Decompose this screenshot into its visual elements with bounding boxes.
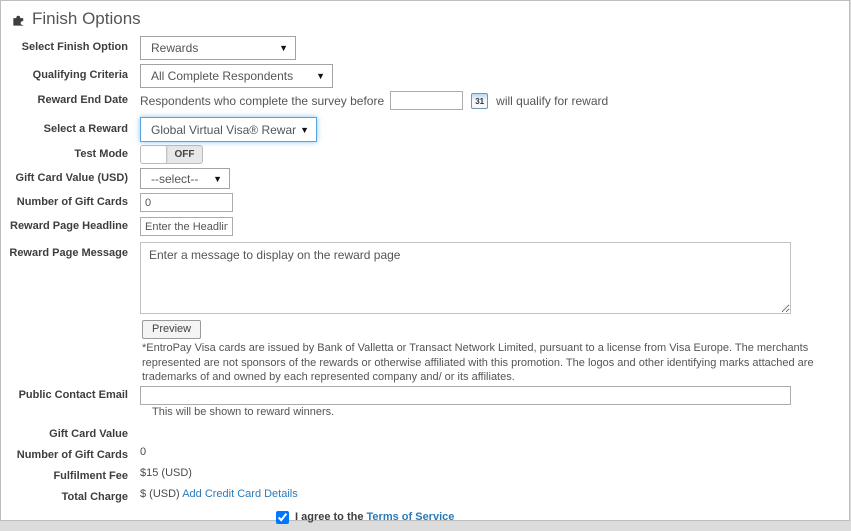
caret-down-icon: ▼ [213, 174, 222, 184]
public-contact-email-input[interactable] [140, 386, 791, 405]
gift-card-value-label: Gift Card Value (USD) [9, 172, 140, 185]
qualifying-criteria-label: Qualifying Criteria [9, 69, 140, 82]
toggle-state-label: OFF [167, 146, 202, 163]
select-reward-value: Global Virtual Visa® Reward [151, 123, 296, 137]
test-mode-label: Test Mode [9, 148, 140, 161]
toggle-knob [141, 146, 167, 163]
agree-checkbox[interactable] [276, 511, 289, 524]
calendar-icon[interactable]: 31 [471, 93, 488, 109]
number-of-gift-cards-label: Number of Gift Cards [9, 196, 140, 209]
test-mode-toggle[interactable]: OFF [140, 145, 203, 164]
summary-row-number-of-gift-cards: Number of Gift Cards 0 [9, 445, 849, 466]
qualifying-criteria-select[interactable]: All Complete Respondents ▼ [140, 64, 333, 88]
reward-end-date-label: Reward End Date [9, 94, 140, 107]
gift-card-value-selected: --select-- [151, 172, 198, 186]
page-title: Finish Options [32, 9, 141, 29]
reward-page-message-label: Reward Page Message [9, 242, 140, 260]
terms-of-service-link[interactable]: Terms of Service [367, 511, 455, 523]
summary-total-charge: $ (USD) Add Credit Card Details [140, 487, 298, 500]
summary-row-total-charge: Total Charge $ (USD) Add Credit Card Det… [9, 487, 849, 508]
summary-total-charge-value: $ (USD) [140, 488, 180, 500]
agree-text-prefix: I agree to the [295, 511, 363, 523]
reward-end-date-suffix: will qualify for reward [496, 94, 608, 108]
reward-end-date-input[interactable] [390, 91, 463, 110]
finish-option-value: Rewards [151, 41, 198, 55]
number-of-gift-cards-input[interactable] [140, 193, 233, 212]
row-gift-card-value: Gift Card Value (USD) --select-- ▼ [9, 168, 849, 189]
preview-button[interactable]: Preview [142, 320, 201, 339]
row-select-reward: Select a Reward Global Virtual Visa® Rew… [9, 117, 849, 142]
reward-page-headline-label: Reward Page Headline [9, 220, 140, 233]
summary-total-charge-label: Total Charge [9, 487, 140, 504]
reward-page-headline-input[interactable] [140, 217, 233, 236]
row-reward-page-message: Reward Page Message [9, 242, 849, 314]
reward-page-message-textarea[interactable] [140, 242, 791, 314]
puzzle-icon [11, 12, 26, 27]
agree-row: I agree to the Terms of Service [276, 511, 849, 524]
reward-end-date-prefix: Respondents who complete the survey befo… [140, 94, 384, 108]
qualifying-criteria-value: All Complete Respondents [151, 69, 293, 83]
summary-number-of-gift-cards-label: Number of Gift Cards [9, 445, 140, 462]
public-contact-email-help: This will be shown to reward winners. [152, 406, 849, 418]
summary-number-of-gift-cards: 0 [140, 445, 146, 458]
caret-down-icon: ▼ [316, 71, 325, 81]
caret-down-icon: ▼ [279, 43, 288, 53]
select-reward-select[interactable]: Global Virtual Visa® Reward ▼ [140, 117, 317, 142]
summary-row-fulfilment-fee: Fulfilment Fee $15 (USD) [9, 466, 849, 487]
row-public-contact-email: Public Contact Email [9, 386, 849, 405]
summary-row-gift-card-value: Gift Card Value [9, 424, 849, 445]
row-number-of-gift-cards: Number of Gift Cards [9, 193, 849, 212]
agree-text: I agree to the Terms of Service [295, 511, 454, 523]
finish-option-select[interactable]: Rewards ▼ [140, 36, 296, 60]
summary-gift-card-value-label: Gift Card Value [9, 424, 140, 441]
gift-card-value-select[interactable]: --select-- ▼ [140, 168, 230, 189]
summary-fulfilment-fee-label: Fulfilment Fee [9, 466, 140, 483]
add-credit-card-details-link[interactable]: Add Credit Card Details [182, 488, 298, 500]
summary-fulfilment-fee: $15 (USD) [140, 466, 192, 479]
row-finish-option: Select Finish Option Rewards ▼ [9, 36, 849, 60]
finish-options-panel: Finish Options Select Finish Option Rewa… [0, 0, 850, 521]
public-contact-email-label: Public Contact Email [9, 389, 140, 402]
row-reward-end-date: Reward End Date Respondents who complete… [9, 91, 849, 110]
finish-option-label: Select Finish Option [9, 41, 140, 54]
row-test-mode: Test Mode OFF [9, 145, 849, 164]
disclaimer-text: *EntroPay Visa cards are issued by Bank … [142, 341, 851, 385]
select-reward-label: Select a Reward [9, 123, 140, 136]
caret-down-icon: ▼ [300, 125, 309, 135]
row-reward-page-headline: Reward Page Headline [9, 217, 849, 236]
panel-header: Finish Options [9, 9, 849, 29]
row-qualifying-criteria: Qualifying Criteria All Complete Respond… [9, 64, 849, 88]
